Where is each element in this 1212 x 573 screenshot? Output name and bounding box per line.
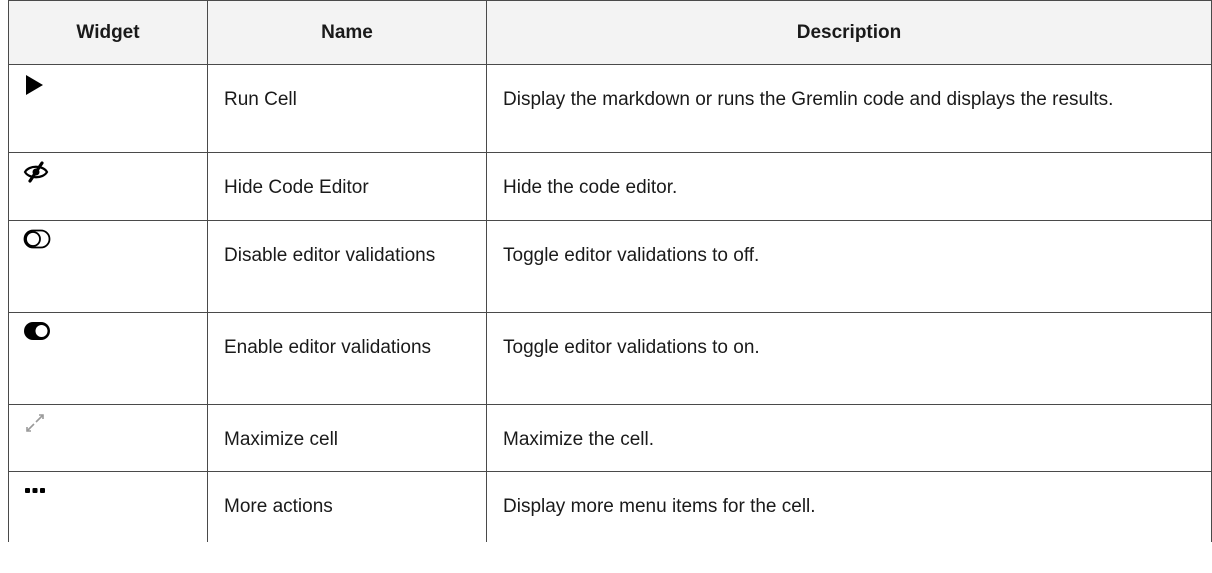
name-cell: Maximize cell: [207, 404, 487, 472]
widget-cell: [8, 64, 208, 153]
description-cell: Toggle editor validations to off.: [486, 220, 1212, 313]
widget-cell: [8, 312, 208, 405]
eye-slash-icon: [23, 161, 49, 183]
table-row: Hide Code Editor Hide the code editor.: [8, 152, 1212, 221]
widget-cell: [8, 220, 208, 313]
name-cell: Disable editor validations: [207, 220, 487, 313]
toggle-on-icon: [23, 321, 51, 341]
table-row: More actions Display more menu items for…: [8, 471, 1212, 542]
toggle-off-icon: [23, 229, 51, 249]
name-cell: Hide Code Editor: [207, 152, 487, 221]
description-cell: Maximize the cell.: [486, 404, 1212, 472]
widget-cell: [8, 404, 208, 472]
table-row: Run Cell Display the markdown or runs th…: [8, 64, 1212, 153]
table-header-row: Widget Name Description: [8, 0, 1212, 65]
description-cell: Display the markdown or runs the Gremlin…: [486, 64, 1212, 153]
ellipsis-icon: [23, 484, 47, 498]
table-row: Enable editor validations Toggle editor …: [8, 312, 1212, 405]
play-icon: [23, 73, 45, 97]
widgets-table-container: Widget Name Description Run Cell Display…: [8, 0, 1212, 542]
name-cell: Enable editor validations: [207, 312, 487, 405]
widget-cell: [8, 471, 208, 542]
widget-cell: [8, 152, 208, 221]
header-name: Name: [207, 0, 487, 65]
name-cell: More actions: [207, 471, 487, 542]
description-cell: Hide the code editor.: [486, 152, 1212, 221]
description-cell: Display more menu items for the cell.: [486, 471, 1212, 542]
table-row: Disable editor validations Toggle editor…: [8, 220, 1212, 313]
table-row: Maximize cell Maximize the cell.: [8, 404, 1212, 472]
name-cell: Run Cell: [207, 64, 487, 153]
maximize-icon: [23, 413, 47, 435]
widgets-table: Widget Name Description Run Cell Display…: [8, 0, 1212, 542]
description-cell: Toggle editor validations to on.: [486, 312, 1212, 405]
header-description: Description: [486, 0, 1212, 65]
header-widget: Widget: [8, 0, 208, 65]
